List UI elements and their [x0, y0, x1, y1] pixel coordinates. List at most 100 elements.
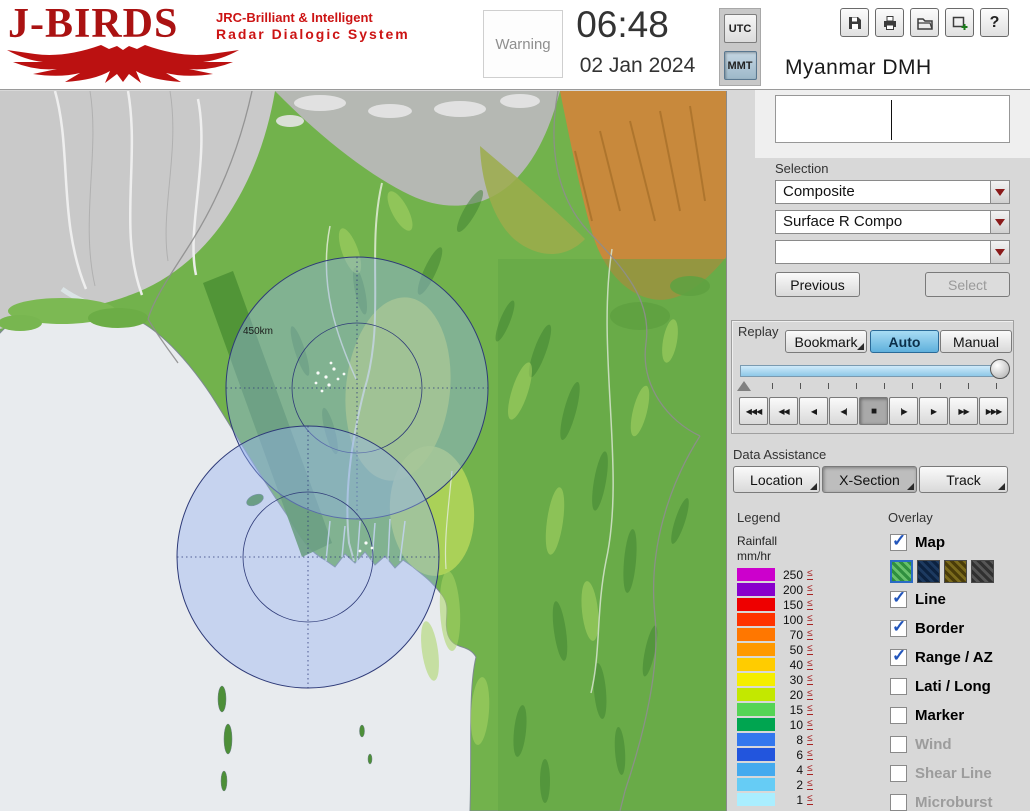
checkbox[interactable]: ✓: [890, 588, 907, 608]
map-style-swatch-dark-navy[interactable]: [917, 559, 940, 583]
slider-tick: [800, 383, 801, 389]
legend-unit-line2: mm/hr: [737, 549, 771, 563]
map-area[interactable]: 450km: [0, 91, 727, 811]
option-dropdown[interactable]: [775, 240, 1010, 264]
open-file-button[interactable]: [910, 8, 939, 37]
stop-button[interactable]: ■: [859, 397, 888, 425]
map-style-swatch-dark-gray[interactable]: [971, 559, 994, 583]
help-icon: ?: [989, 13, 1000, 31]
replay-group: Replay Bookmark Auto Manual ◀◀◀ ◀◀ ◀ ◀| ■ |▶ ▶…: [731, 320, 1014, 434]
legend-color-swatch: [737, 643, 775, 656]
print-icon: [883, 15, 896, 30]
map-style-swatch-terrain-green[interactable]: [890, 559, 913, 583]
replay-slider-thumb[interactable]: [990, 359, 1010, 379]
legend-lte-symbol: ≤: [807, 733, 813, 745]
legend-value: 200: [782, 582, 803, 597]
legend-value: 8: [796, 732, 803, 747]
overlay-item-line[interactable]: ✓ Line: [890, 585, 994, 614]
new-window-button[interactable]: [945, 8, 974, 37]
overlay-label: Wind: [915, 736, 952, 753]
product-dropdown-value: Surface R Compo: [783, 213, 903, 230]
map-canvas[interactable]: 450km: [0, 91, 727, 811]
fast-forward-button[interactable]: ▶▶: [949, 397, 978, 425]
overlay-item-lati-long[interactable]: Lati / Long: [890, 672, 994, 701]
manual-button[interactable]: Manual: [940, 330, 1012, 353]
step-back-button[interactable]: ◀|: [829, 397, 858, 425]
app-window: J-BIRDS JRC-Brilliant & Intelligent Rada…: [0, 0, 1030, 811]
checkbox[interactable]: ✓: [890, 531, 907, 551]
replay-start-pointer-icon: [737, 381, 751, 391]
forward-end-button[interactable]: ▶▶▶: [979, 397, 1008, 425]
overlay-label: Shear Line: [915, 765, 992, 782]
print-button[interactable]: [875, 8, 904, 37]
legend-color-swatch: [737, 628, 775, 641]
checkbox: [890, 765, 907, 782]
legend-row: 100 ≤: [737, 612, 813, 627]
chevron-down-icon: [995, 188, 1005, 196]
control-panel: Selection Composite Surface R Compo Prev…: [727, 90, 1030, 811]
legend-color-swatch: [737, 763, 775, 776]
legend-value: 50: [789, 642, 803, 657]
step-forward-button[interactable]: |▶: [889, 397, 918, 425]
open-folder-icon: [916, 17, 933, 30]
checkbox[interactable]: ✓: [890, 617, 907, 637]
legend-section-label: Legend: [737, 510, 781, 525]
slider-tick: [828, 383, 829, 389]
legend-lte-symbol: ≤: [807, 643, 813, 655]
x-section-button[interactable]: X-Section: [822, 466, 917, 493]
dropdown-arrow-button[interactable]: [990, 241, 1009, 263]
save-button[interactable]: [840, 8, 869, 37]
bookmark-button[interactable]: Bookmark: [785, 330, 867, 353]
checkmark-icon: ✓: [892, 531, 907, 550]
legend-value: 15: [789, 702, 803, 717]
checkbox[interactable]: [890, 678, 907, 695]
legend-rows: 250 ≤200 ≤150 ≤100 ≤70 ≤50 ≤40 ≤30 ≤20 ≤15 ≤10 ≤8 ≤6…: [737, 567, 813, 807]
checkbox: [890, 794, 907, 811]
legend-lte-symbol: ≤: [807, 688, 813, 700]
previous-button[interactable]: Previous: [775, 272, 860, 297]
overlay-item-microburst: Microburst: [890, 788, 994, 811]
legend-value: 40: [789, 657, 803, 672]
dropdown-arrow-button[interactable]: [990, 211, 1009, 233]
play-backward-button[interactable]: ◀: [799, 397, 828, 425]
dropdown-arrow-button[interactable]: [990, 181, 1009, 203]
legend-color-swatch: [737, 718, 775, 731]
composite-dropdown[interactable]: Composite: [775, 180, 1010, 204]
replay-slider-track[interactable]: [740, 365, 1007, 377]
utc-button[interactable]: UTC: [723, 14, 757, 43]
status-display-box[interactable]: [775, 95, 1010, 143]
legend-value: 250: [782, 567, 803, 582]
legend-value: 6: [796, 747, 803, 762]
product-dropdown[interactable]: Surface R Compo: [775, 210, 1010, 234]
help-button[interactable]: ?: [980, 8, 1009, 37]
legend-value: 30: [789, 672, 803, 687]
legend-lte-symbol: ≤: [807, 583, 813, 595]
overlay-item-border[interactable]: ✓ Border: [890, 614, 994, 643]
chevron-down-icon: [995, 218, 1005, 226]
slider-tick: [940, 383, 941, 389]
overlay-item-marker[interactable]: Marker: [890, 701, 994, 730]
overlay-label: Marker: [915, 707, 965, 724]
overlay-item-shear-line: Shear Line: [890, 759, 994, 788]
overlay-item-map[interactable]: ✓ Map: [890, 528, 994, 557]
play-button[interactable]: ▶: [919, 397, 948, 425]
mmt-button[interactable]: MMT: [723, 51, 757, 80]
text-cursor: [891, 100, 892, 140]
map-style-swatch-dark-olive[interactable]: [944, 559, 967, 583]
overlay-item-range-az[interactable]: ✓ Range / AZ: [890, 643, 994, 672]
location-button[interactable]: Location: [733, 466, 820, 493]
legend-color-swatch: [737, 688, 775, 701]
legend-row: 150 ≤: [737, 597, 813, 612]
legend-color-swatch: [737, 658, 775, 671]
fast-rewind-button[interactable]: ◀◀: [769, 397, 798, 425]
legend-value: 20: [789, 687, 803, 702]
track-button[interactable]: Track: [919, 466, 1008, 493]
checkbox[interactable]: [890, 707, 907, 724]
rewind-start-button[interactable]: ◀◀◀: [739, 397, 768, 425]
legend-lte-symbol: ≤: [807, 793, 813, 805]
checkbox[interactable]: ✓: [890, 646, 907, 666]
replay-section-label: Replay: [738, 324, 779, 339]
select-button[interactable]: Select: [925, 272, 1010, 297]
chevron-down-icon: [995, 248, 1005, 256]
auto-button[interactable]: Auto: [870, 330, 939, 353]
